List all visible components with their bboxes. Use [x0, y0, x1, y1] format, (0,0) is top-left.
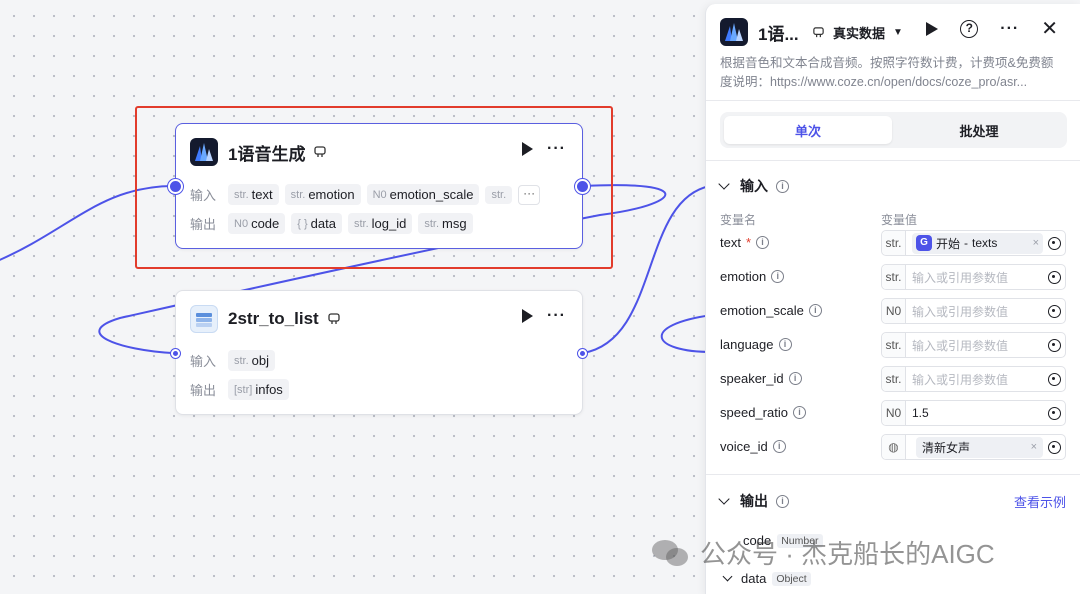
- node-title: 2str_to_list: [228, 309, 319, 328]
- info-icon: i: [808, 304, 822, 317]
- output-tag: [str] infos: [228, 379, 289, 400]
- text-field[interactable]: str. G 开始 - texts ×: [881, 230, 1066, 256]
- input-tag: str. obj: [228, 350, 276, 371]
- plugin-icon: [813, 27, 824, 38]
- column-header-name: 变量名: [720, 213, 757, 227]
- audio-wave-small-icon: ◍: [888, 440, 899, 454]
- tab-batch[interactable]: 批处理: [895, 116, 1063, 144]
- node-description: 根据音色和文本合成音频。按照字符数计费，计费项&免费额 度说明：https://…: [720, 56, 1054, 89]
- watermark: 公众号 · 杰克船长的AIGC: [650, 534, 995, 571]
- speaker-id-field[interactable]: str. 输入或引用参数值: [881, 366, 1066, 392]
- start-node-icon: G: [916, 235, 932, 251]
- help-icon[interactable]: ?: [960, 20, 979, 38]
- panel-title: 1语...: [758, 24, 799, 44]
- str-to-list-node[interactable]: 2str_to_list ··· 输入 str. obj 输出 [str] info…: [175, 290, 583, 415]
- column-header-value: 变量值: [881, 213, 918, 227]
- param-row-text: text * i str. G 开始 - texts ×: [720, 230, 1067, 256]
- info-icon: i: [792, 406, 806, 419]
- info-icon: i: [772, 440, 786, 453]
- chevron-down-icon: [722, 571, 733, 582]
- reference-target-icon[interactable]: [1043, 232, 1065, 254]
- tab-single[interactable]: 单次: [724, 116, 892, 144]
- inputs-label: 输入: [190, 354, 217, 369]
- info-icon: i: [788, 372, 802, 385]
- variable-reference-tag: G 开始 - texts ×: [912, 232, 1043, 254]
- info-icon: i: [776, 494, 789, 508]
- caret-down-icon: ▼: [893, 27, 903, 38]
- param-row-language: language i str. 输入或引用参数值: [720, 332, 1067, 358]
- outputs-label: 输出: [190, 383, 217, 398]
- code-node-icon: [190, 305, 218, 333]
- output-item[interactable]: data Object: [722, 571, 811, 586]
- param-row-emotion: emotion i str. 输入或引用参数值: [720, 264, 1067, 290]
- param-row-voice-id: voice_id i ◍ 清新女声 ×: [720, 434, 1067, 460]
- emotion-scale-field[interactable]: N0 输入或引用参数值: [881, 298, 1066, 324]
- output-port[interactable]: [578, 349, 587, 358]
- reference-target-icon[interactable]: [1043, 334, 1065, 356]
- info-icon: i: [771, 270, 785, 283]
- info-icon: i: [756, 236, 770, 249]
- reference-target-icon[interactable]: [1043, 436, 1065, 458]
- node-inputs-row: 输入 str. obj: [190, 350, 276, 371]
- chevron-down-icon: [718, 178, 730, 190]
- more-options-icon[interactable]: ···: [1000, 21, 1019, 37]
- run-node-icon[interactable]: [522, 309, 534, 323]
- param-row-speaker-id: speaker_id i str. 输入或引用参数值: [720, 366, 1067, 392]
- info-icon: i: [778, 338, 792, 351]
- close-icon[interactable]: ✕: [1041, 19, 1058, 39]
- language-field[interactable]: str. 输入或引用参数值: [881, 332, 1066, 358]
- run-mode-tabs: 单次 批处理: [720, 112, 1067, 148]
- input-section-header[interactable]: 输入 i: [718, 176, 789, 196]
- dataset-label: 真实数据: [833, 26, 886, 41]
- param-row-speed-ratio: speed_ratio i N0 1.5: [720, 400, 1067, 426]
- chevron-down-icon: [718, 493, 730, 505]
- audio-wave-icon: [720, 18, 748, 46]
- reference-target-icon[interactable]: [1043, 368, 1065, 390]
- wechat-logo-icon: [652, 539, 688, 566]
- node-settings-panel: 1语... 真实数据 ▼ ? ··· ✕ 根据音色和文本合成音频。按照字符数计费…: [705, 4, 1080, 594]
- dataset-select[interactable]: 真实数据 ▼: [812, 23, 903, 42]
- output-section-header[interactable]: 输出 i: [718, 491, 789, 511]
- reference-target-icon[interactable]: [1043, 402, 1065, 424]
- node-menu-icon[interactable]: ···: [547, 308, 566, 324]
- node-outputs-row: 输出 [str] infos: [190, 379, 289, 400]
- view-example-link[interactable]: 查看示例: [1014, 492, 1066, 511]
- emotion-field[interactable]: str. 输入或引用参数值: [881, 264, 1066, 290]
- speed-ratio-field[interactable]: N0 1.5: [881, 400, 1066, 426]
- selection-highlight: [135, 106, 613, 269]
- clear-icon[interactable]: ×: [1033, 237, 1039, 249]
- reference-target-icon[interactable]: [1043, 266, 1065, 288]
- reference-target-icon[interactable]: [1043, 300, 1065, 322]
- info-icon: i: [776, 179, 789, 193]
- voice-value-tag: 清新女声 ×: [916, 436, 1043, 458]
- param-row-emotion-scale: emotion_scale i N0 输入或引用参数值: [720, 298, 1067, 324]
- input-port[interactable]: [171, 349, 180, 358]
- voice-id-field[interactable]: ◍ 清新女声 ×: [881, 434, 1066, 460]
- clear-icon[interactable]: ×: [1031, 441, 1037, 453]
- plugin-icon: [328, 313, 340, 324]
- run-test-icon[interactable]: [926, 22, 939, 36]
